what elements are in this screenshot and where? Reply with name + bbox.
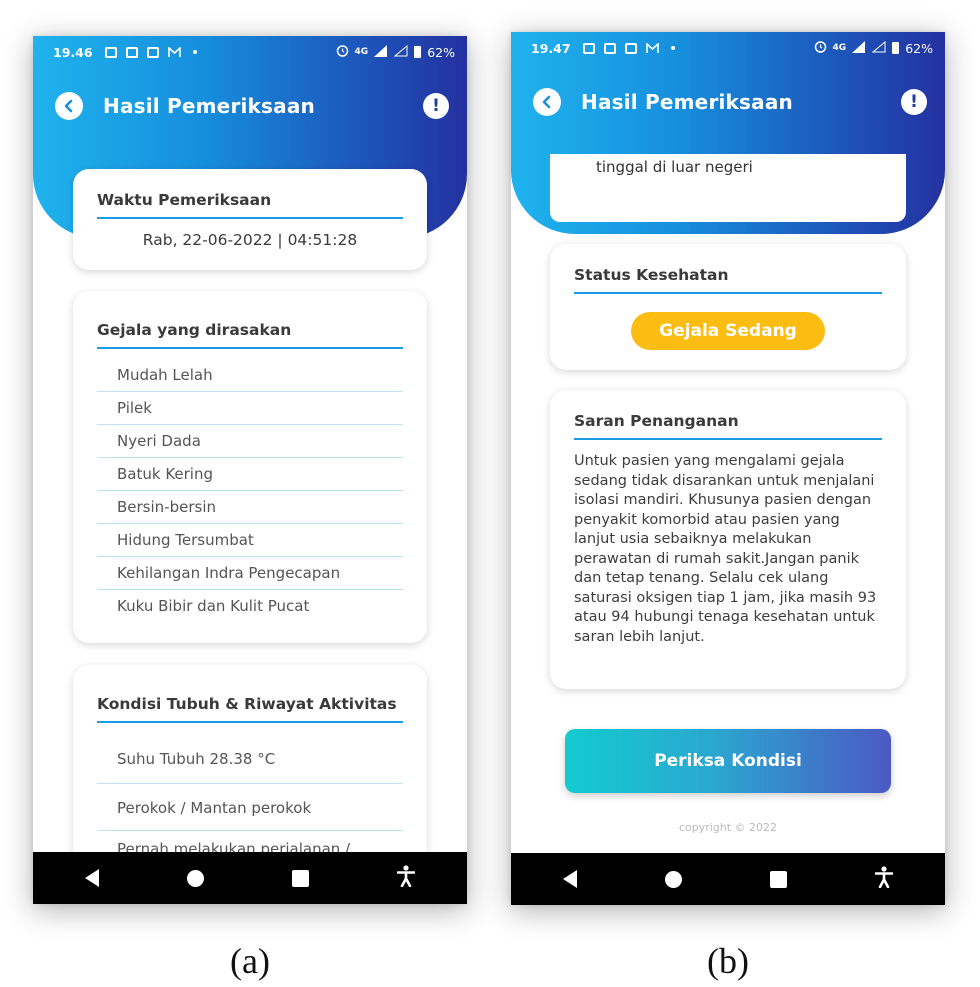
- list-item: Hidung Tersumbat: [97, 524, 403, 557]
- waktu-title: Waktu Pemeriksaan: [97, 191, 272, 209]
- info-button[interactable]: !: [901, 89, 927, 115]
- shop-icon: [604, 42, 617, 55]
- page-title: Hasil Pemeriksaan: [581, 90, 793, 114]
- nav-home-icon[interactable]: [665, 870, 682, 888]
- list-item: Perokok / Mantan perokok: [97, 784, 403, 831]
- nav-home-icon[interactable]: [187, 869, 204, 887]
- list-item: Mudah Lelah: [97, 359, 403, 392]
- kondisi-title: Kondisi Tubuh & Riwayat Aktivitas: [97, 695, 397, 713]
- status-badge: Gejala Sedang: [631, 312, 825, 350]
- nav-back-icon[interactable]: [85, 869, 99, 887]
- battery-percent: 62%: [905, 40, 933, 56]
- copyright-text: copyright © 2022: [678, 821, 778, 834]
- battery-icon: [892, 42, 900, 54]
- title-underline: [574, 292, 882, 294]
- app-bar: Hasil Pemeriksaan !: [55, 86, 449, 126]
- scrolled-card: tinggal di luar negeri: [550, 154, 906, 222]
- caption-a: (a): [230, 941, 270, 981]
- waktu-value: Rab, 22-06-2022 | 04:51:28: [142, 231, 358, 249]
- gmail-icon: [167, 46, 181, 59]
- battery-percent: 62%: [427, 44, 455, 60]
- gmail-icon: [645, 42, 659, 55]
- shop-icon: [147, 46, 160, 59]
- network-type: 4G: [354, 47, 369, 57]
- list-item: Batuk Kering: [97, 458, 403, 491]
- android-nav-bar: [511, 853, 945, 905]
- signal-empty-icon: [871, 40, 886, 56]
- periksa-kondisi-button[interactable]: Periksa Kondisi: [565, 729, 891, 793]
- notification-dot-icon: [189, 46, 202, 59]
- gejala-list: Mudah Lelah Pilek Nyeri Dada Batuk Kerin…: [97, 359, 403, 622]
- alarm-icon: [814, 40, 827, 56]
- status-time: 19.46: [53, 44, 93, 60]
- gejala-card: Gejala yang dirasakan Mudah Lelah Pilek …: [73, 291, 427, 643]
- saran-card: Saran Penanganan Untuk pasien yang menga…: [550, 390, 906, 689]
- scrolled-card-text: tinggal di luar negeri: [596, 158, 753, 176]
- waktu-card: Waktu Pemeriksaan Rab, 22-06-2022 | 04:5…: [73, 169, 427, 270]
- android-nav-bar: [33, 852, 467, 904]
- gallery-icon: [583, 42, 596, 55]
- gejala-title: Gejala yang dirasakan: [97, 321, 292, 339]
- saran-title: Saran Penanganan: [574, 412, 739, 430]
- list-item: Nyeri Dada: [97, 425, 403, 458]
- info-button[interactable]: !: [423, 93, 449, 119]
- network-type: 4G: [832, 43, 847, 53]
- saran-text: Untuk pasien yang mengalami gejala sedan…: [574, 453, 877, 645]
- back-button[interactable]: [533, 88, 561, 116]
- title-underline: [574, 438, 882, 440]
- status-title: Status Kesehatan: [574, 266, 729, 284]
- nav-back-icon[interactable]: [563, 870, 577, 888]
- chevron-left-icon: [64, 99, 73, 113]
- list-item: Kehilangan Indra Pengecapan: [97, 557, 403, 590]
- status-bar: 19.47 4G 62%: [511, 32, 945, 64]
- accessibility-icon[interactable]: [396, 864, 416, 892]
- shop-icon: [126, 46, 139, 59]
- back-button[interactable]: [55, 92, 83, 120]
- shop-icon: [625, 42, 638, 55]
- app-bar: Hasil Pemeriksaan !: [533, 82, 927, 122]
- list-item: Kuku Bibir dan Kulit Pucat: [117, 597, 310, 615]
- battery-icon: [414, 46, 422, 58]
- exclamation-icon: !: [910, 92, 918, 112]
- signal-icon: [374, 44, 388, 60]
- alarm-icon: [336, 44, 349, 60]
- phone-screen-b: 19.47 4G 62% Hasil Pemeriksaan ! tinggal…: [511, 32, 945, 905]
- status-kesehatan-card: Status Kesehatan Gejala Sedang: [550, 244, 906, 370]
- notification-dot-icon: [667, 42, 680, 55]
- nav-recents-icon[interactable]: [292, 869, 309, 887]
- page-title: Hasil Pemeriksaan: [103, 94, 315, 118]
- chevron-left-icon: [542, 95, 551, 109]
- nav-recents-icon[interactable]: [770, 870, 787, 888]
- gallery-icon: [105, 46, 118, 59]
- kondisi-list: Suhu Tubuh 28.38 °C Perokok / Mantan per…: [97, 737, 403, 865]
- accessibility-icon[interactable]: [874, 865, 894, 893]
- exclamation-icon: !: [432, 96, 440, 116]
- signal-empty-icon: [393, 44, 408, 60]
- title-underline: [97, 347, 403, 349]
- list-item: Bersin-bersin: [97, 491, 403, 524]
- title-underline: [97, 721, 403, 723]
- list-item: Suhu Tubuh 28.38 °C: [97, 737, 403, 784]
- status-bar: 19.46 4G 62%: [33, 36, 467, 68]
- title-underline: [97, 217, 403, 219]
- list-item: Pilek: [97, 392, 403, 425]
- status-time: 19.47: [531, 40, 571, 56]
- caption-b: (b): [707, 941, 749, 981]
- signal-icon: [852, 40, 866, 56]
- phone-screen-a: 19.46 4G 62% Hasil Pemeriksaan ! Waktu P…: [33, 36, 467, 904]
